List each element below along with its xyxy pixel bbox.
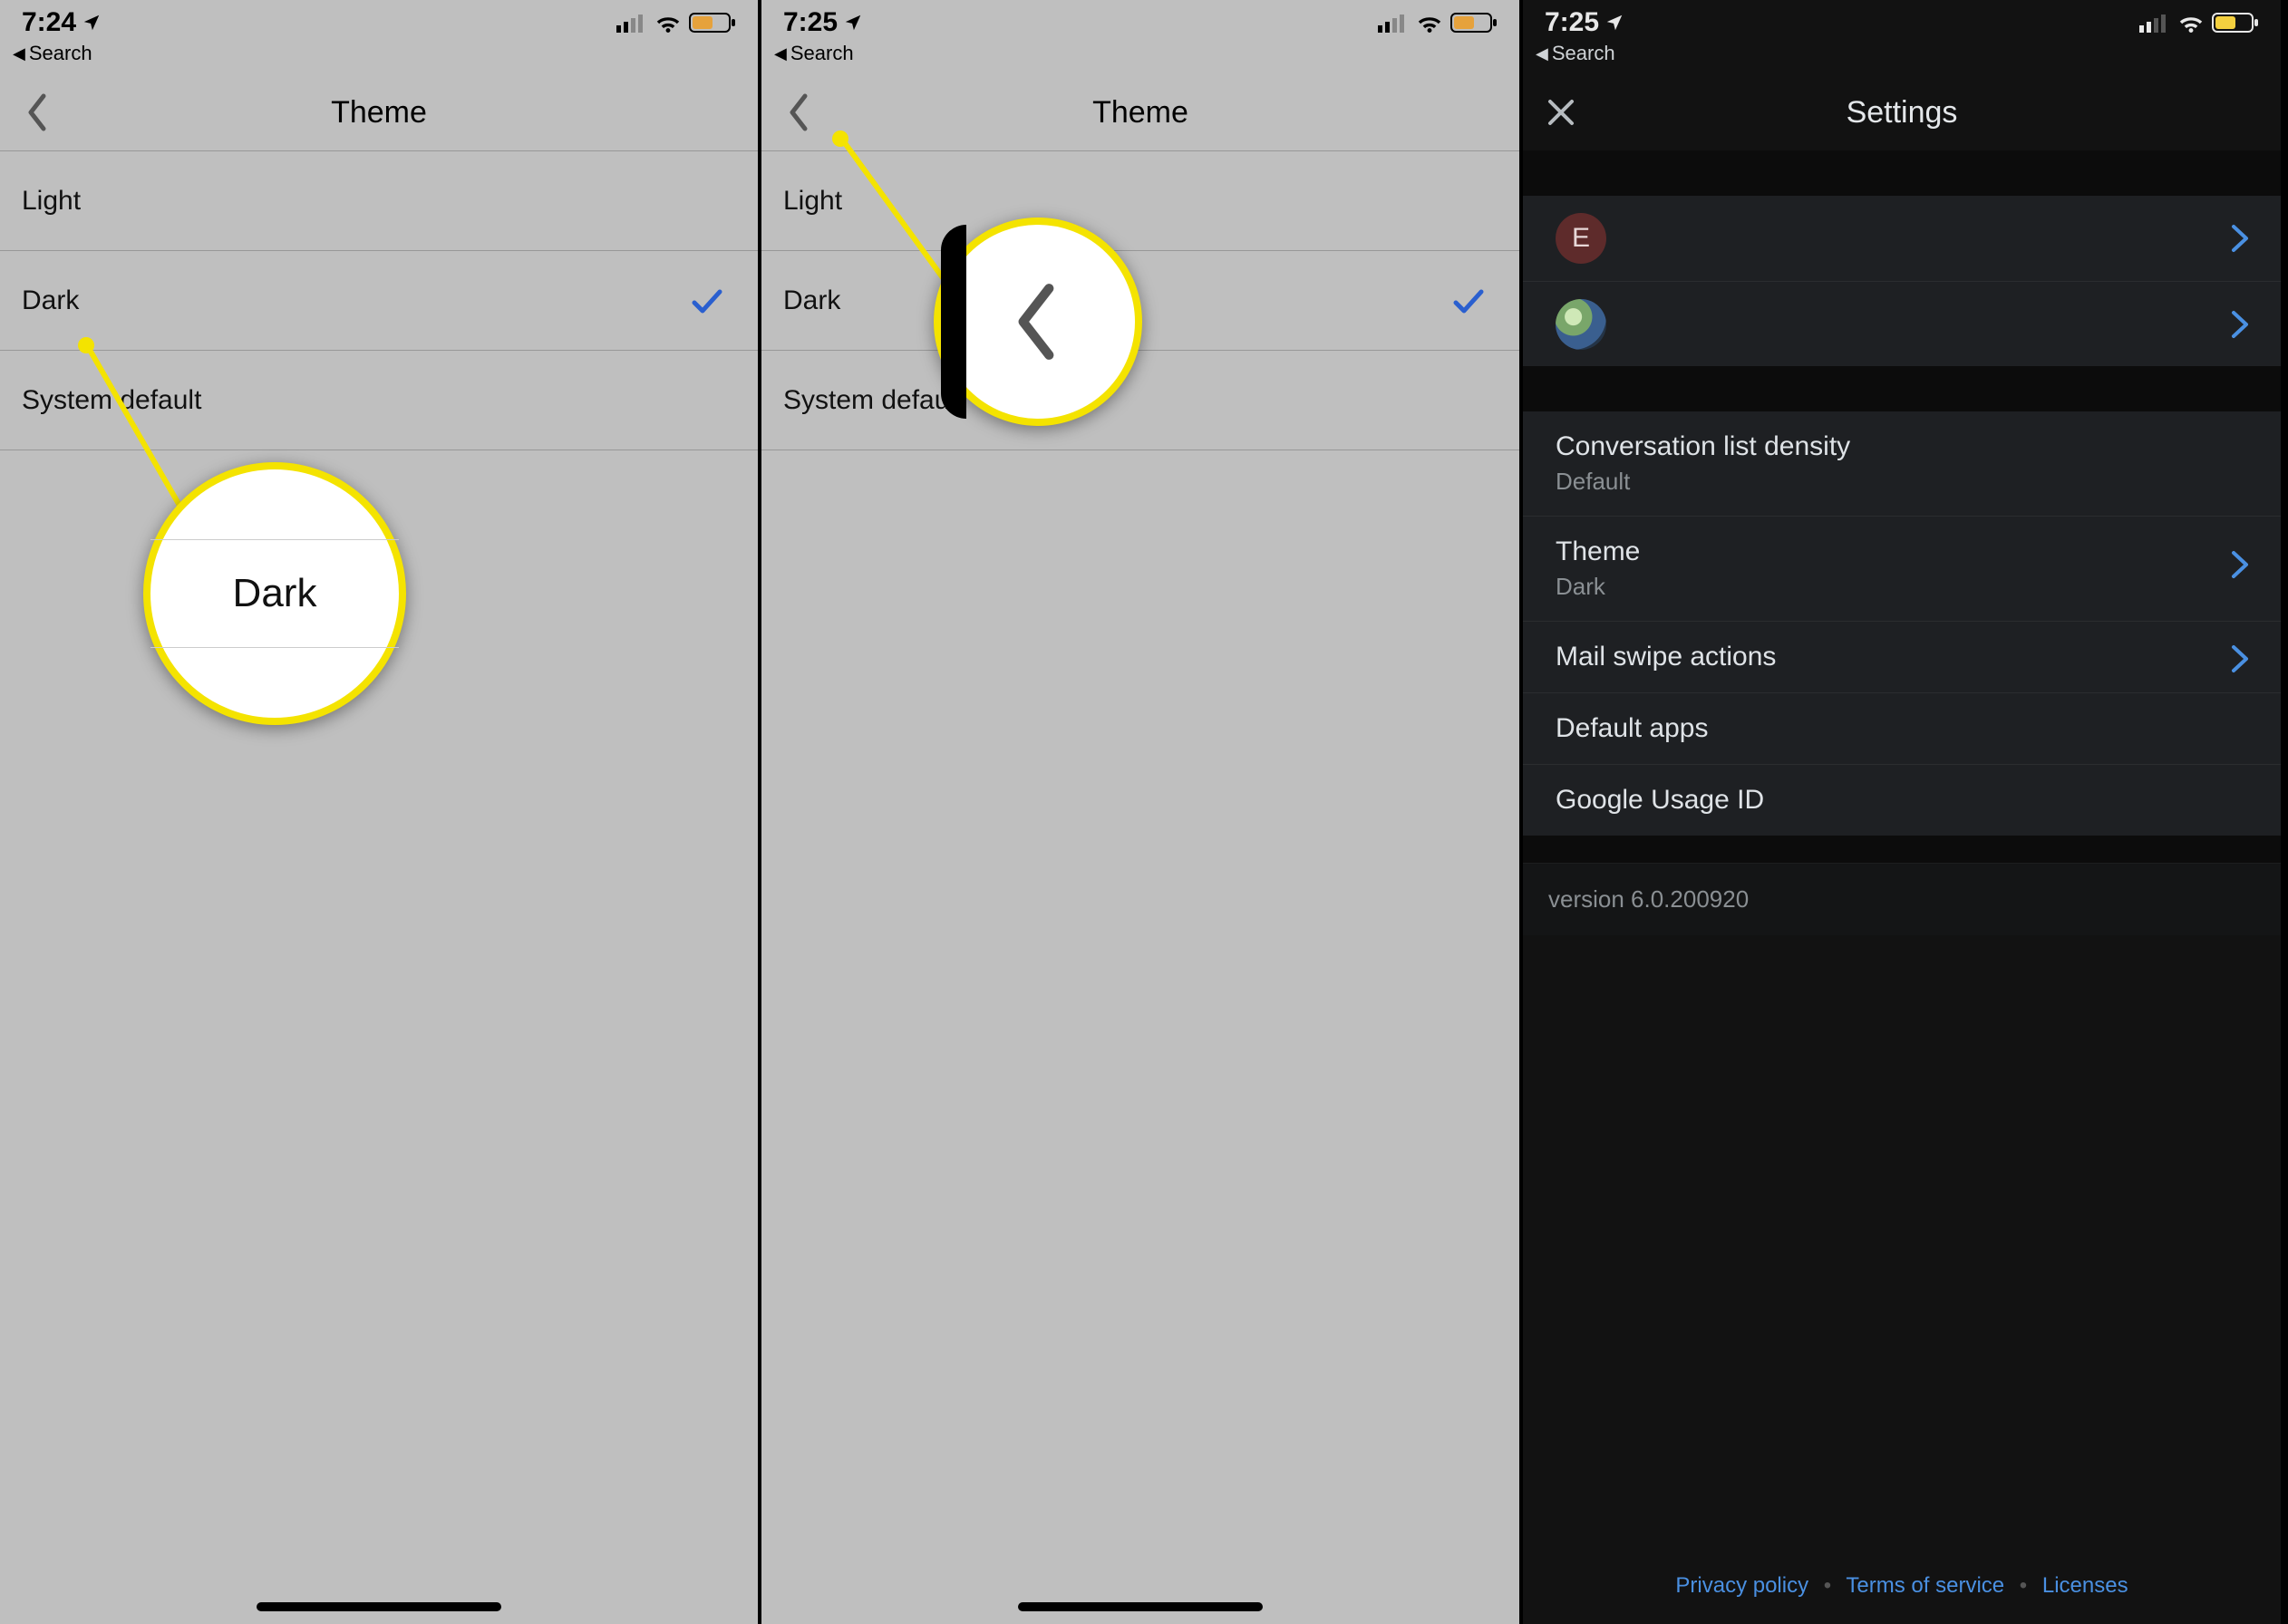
theme-options: Light Dark System default [761,150,1519,450]
breadcrumb-back[interactable]: ◀ Search [1523,40,2281,74]
wifi-icon [1416,13,1443,33]
screen-theme-back: 7:25 ◀ Search Theme Light [761,0,1523,1624]
page-title: Theme [0,95,758,130]
status-time: 7:25 [1545,7,1599,38]
home-indicator[interactable] [257,1602,501,1611]
close-button[interactable] [1539,91,1583,134]
page-title: Theme [761,95,1519,130]
breadcrumb-label: Search [790,42,854,65]
settings-group: Conversation list density Default Theme … [1523,411,2281,836]
footer-links: Privacy policy • Terms of service • Lice… [1523,1573,2281,1599]
chevron-right-icon [2230,643,2250,674]
theme-option-system[interactable]: System default [761,351,1519,450]
back-triangle-icon: ◀ [1536,44,1548,63]
theme-options: Light Dark System default [0,150,758,450]
option-label: Light [22,186,81,217]
row-label: Default apps [1556,713,2248,744]
option-label: System default [783,385,963,416]
location-icon [1605,13,1624,33]
cellular-icon [2139,13,2170,33]
annotation-callout: Dark [143,462,406,725]
option-label: Dark [22,285,79,316]
row-usage-id[interactable]: Google Usage ID [1523,765,2281,836]
row-label: Google Usage ID [1556,785,2248,816]
cellular-icon [616,13,647,33]
status-time: 7:25 [783,7,838,38]
option-label: Light [783,186,842,217]
screen-settings-dark: 7:25 ◀ Search Settings [1523,0,2284,1624]
theme-option-system[interactable]: System default [0,351,758,450]
nav-header: Theme [761,74,1519,150]
row-theme[interactable]: Theme Dark [1523,517,2281,622]
wifi-icon [2177,13,2205,33]
link-licenses[interactable]: Licenses [2042,1573,2128,1598]
version-label: version 6.0.200920 [1523,863,2281,935]
separator: • [1824,1573,1831,1598]
battery-icon [1450,12,1498,34]
account-row[interactable]: E [1523,196,2281,281]
avatar-photo [1556,299,1606,350]
chevron-left-icon [1011,281,1065,362]
avatar-initial: E [1572,223,1590,254]
theme-option-dark[interactable]: Dark [0,251,758,351]
status-bar: 7:25 [1523,0,2281,40]
checkmark-icon [1450,283,1487,319]
section-gap [1523,836,2281,863]
back-button[interactable] [16,91,60,134]
battery-icon [2212,12,2259,34]
row-value: Default [1556,468,2248,496]
row-label: Mail swipe actions [1556,642,2248,672]
row-label: Conversation list density [1556,431,2248,462]
status-bar: 7:25 [761,0,1519,40]
annotation-dot [78,337,94,353]
breadcrumb-label: Search [1552,42,1615,65]
avatar-letter: E [1556,213,1606,264]
back-triangle-icon: ◀ [774,44,787,63]
back-triangle-icon: ◀ [13,44,25,63]
status-bar: 7:24 [0,0,758,40]
chevron-right-icon [2230,309,2250,340]
breadcrumb-back[interactable]: ◀ Search [0,40,758,74]
annotation-callout [934,218,1142,426]
location-icon [843,13,863,33]
wifi-icon [654,13,682,33]
nav-header: Theme [0,74,758,150]
row-label: Theme [1556,536,2248,567]
separator: • [2020,1573,2027,1598]
theme-option-light[interactable]: Light [0,151,758,251]
checkmark-icon [689,283,725,319]
callout-label: Dark [233,571,317,615]
breadcrumb-label: Search [29,42,92,65]
account-row[interactable] [1523,281,2281,366]
battery-icon [689,12,736,34]
link-terms[interactable]: Terms of service [1846,1573,2004,1598]
chevron-right-icon [2230,223,2250,254]
home-indicator[interactable] [1018,1602,1263,1611]
section-gap [1523,150,2281,196]
row-density[interactable]: Conversation list density Default [1523,411,2281,517]
link-privacy[interactable]: Privacy policy [1675,1573,1808,1598]
status-time: 7:24 [22,7,76,38]
nav-header: Settings [1523,74,2281,150]
page-title: Settings [1523,95,2281,130]
annotation-dot [832,130,848,147]
theme-option-light[interactable]: Light [761,151,1519,251]
section-gap [1523,366,2281,411]
back-button[interactable] [778,91,821,134]
cellular-icon [1378,13,1409,33]
location-icon [82,13,102,33]
accounts-group: E [1523,196,2281,366]
row-swipe[interactable]: Mail swipe actions [1523,622,2281,693]
breadcrumb-back[interactable]: ◀ Search [761,40,1519,74]
row-default-apps[interactable]: Default apps [1523,693,2281,765]
row-value: Dark [1556,573,2248,601]
option-label: Dark [783,285,840,316]
screen-theme-select: 7:24 ◀ Search Theme Light [0,0,761,1624]
chevron-right-icon [2230,549,2250,580]
